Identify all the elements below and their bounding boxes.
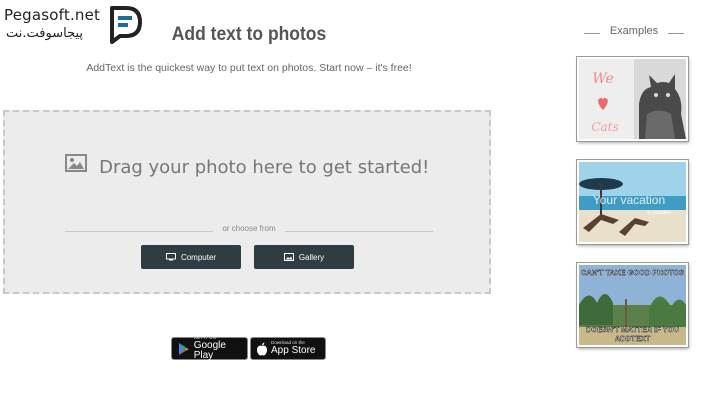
computer-button-label: Computer bbox=[180, 252, 217, 262]
page-subtitle: AddText is the quickest way to put text … bbox=[86, 62, 412, 74]
example-thumbnail-cats[interactable]: We Cats bbox=[576, 56, 689, 142]
page-title: Add text to photos bbox=[171, 24, 327, 45]
gallery-button[interactable]: Gallery bbox=[254, 245, 354, 269]
monitor-icon bbox=[165, 253, 176, 261]
drag-prompt: Drag your photo here to get started! bbox=[5, 154, 489, 179]
example-caption: ADDTEXT bbox=[615, 334, 651, 343]
google-play-icon bbox=[178, 342, 189, 355]
page: Pegasoft.net پیجاسوفت.نت Add text to pho… bbox=[0, 0, 706, 400]
image-icon bbox=[64, 154, 87, 177]
examples-label: Examples bbox=[609, 25, 659, 37]
divider-line bbox=[285, 231, 433, 232]
choose-divider: or choose from bbox=[65, 224, 433, 238]
example-caption: We bbox=[592, 71, 614, 87]
example-caption: Cats bbox=[591, 120, 618, 134]
example-caption: DOESN'T MATTER IF YOU bbox=[586, 325, 679, 334]
photo-dropzone[interactable]: Drag your photo here to get started! or … bbox=[3, 110, 491, 294]
example-thumbnail-vacation[interactable]: Your vacation in paradise bbox=[576, 159, 689, 245]
example-caption: in paradise bbox=[647, 210, 672, 216]
apple-icon bbox=[257, 342, 267, 355]
google-play-badge[interactable]: GET IT ON Google Play bbox=[171, 335, 248, 362]
gallery-button-label: Gallery bbox=[298, 252, 325, 262]
watermark-text: Pegasoft.net bbox=[4, 6, 101, 24]
image-icon bbox=[283, 253, 294, 261]
computer-button[interactable]: Computer bbox=[141, 245, 241, 269]
example-caption: Your vacation bbox=[593, 193, 665, 207]
drag-text: Drag your photo here to get started! bbox=[99, 157, 430, 178]
google-play-label: Google Play bbox=[193, 340, 226, 362]
example-thumbnail-meme[interactable]: CAN'T TAKE GOOD PHOTOS DOESN'T MATTER IF… bbox=[576, 262, 689, 348]
divider-line bbox=[668, 33, 684, 34]
app-store-label: App Store bbox=[271, 345, 316, 357]
app-store-badge[interactable]: Download on the App Store bbox=[250, 337, 326, 360]
example-caption: CAN'T TAKE GOOD PHOTOS bbox=[581, 268, 684, 277]
examples-header: Examples bbox=[584, 25, 684, 39]
